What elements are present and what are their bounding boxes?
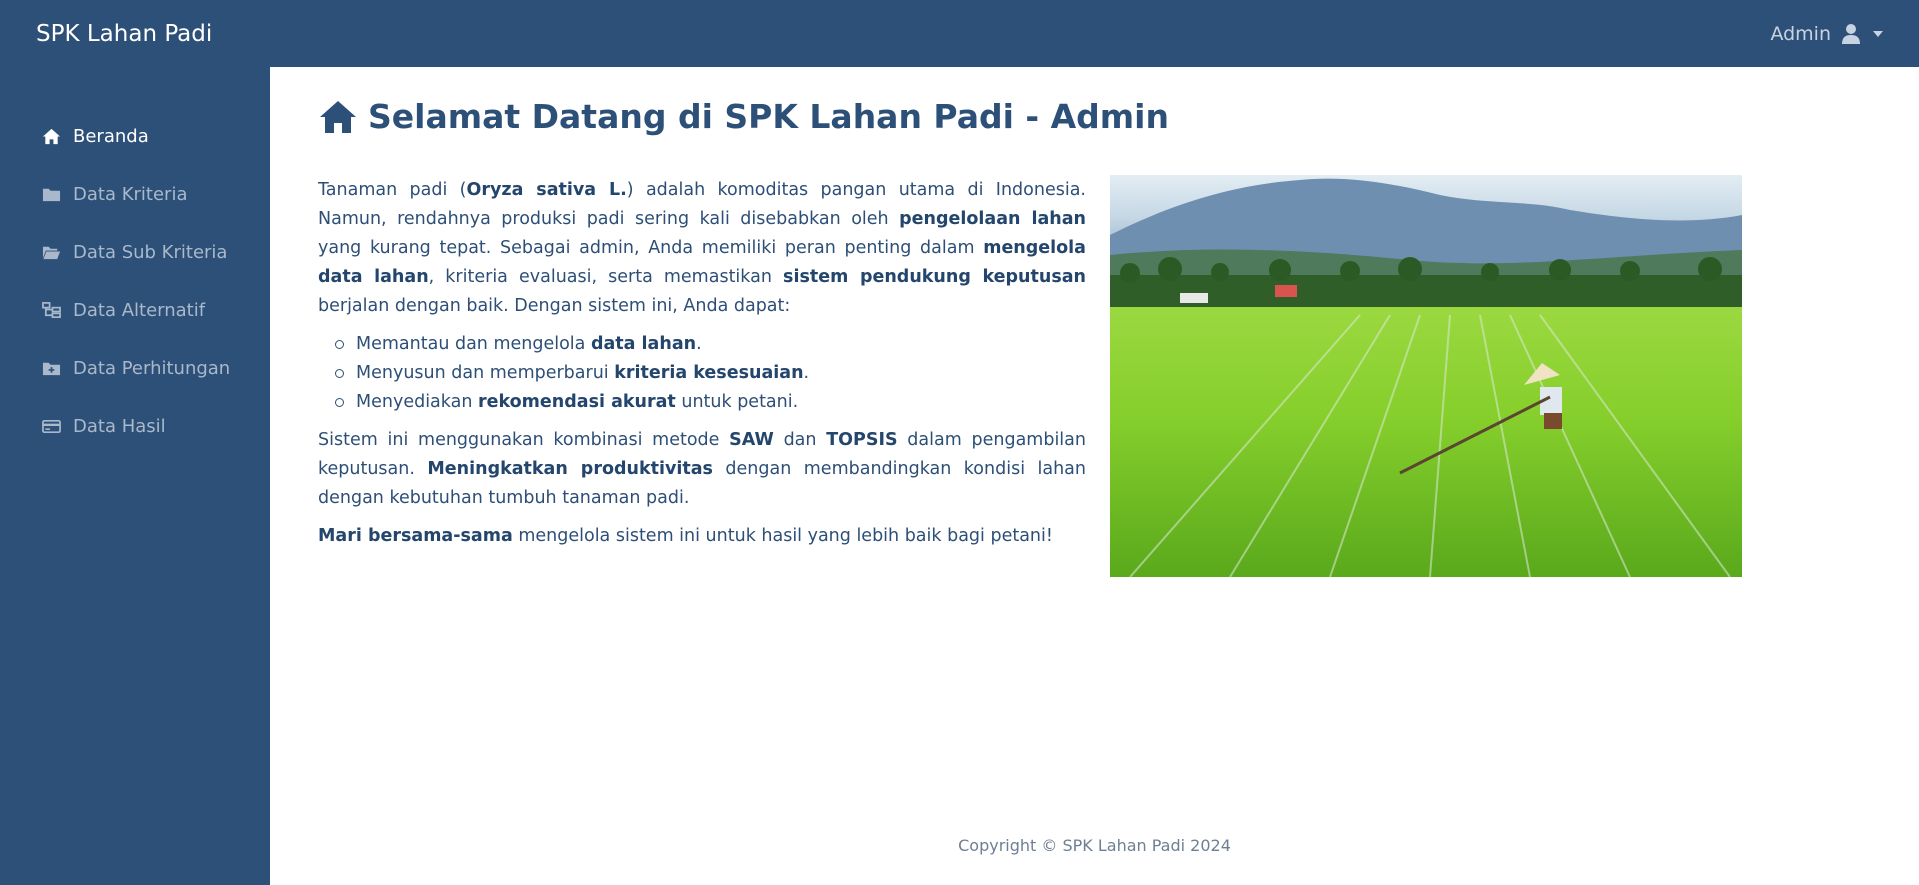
sidebar-item-label: Data Sub Kriteria [73,241,228,263]
sidebar: Beranda Data Kriteria Data Sub Kriteria … [0,67,270,885]
folder-plus-icon [42,359,61,378]
list-item: Menyusun dan memperbarui kriteria kesesu… [335,359,1086,388]
sidebar-item-beranda[interactable]: Beranda [0,107,270,165]
closing-paragraph: Mari bersama-sama mengelola sistem ini u… [318,526,1053,546]
feature-list: Memantau dan mengelola data lahan. Menyu… [335,330,1086,417]
folder-icon [42,185,61,204]
footer-copyright: Copyright © SPK Lahan Padi 2024 [958,836,1231,855]
rice-field-image [1110,175,1742,577]
list-item: Memantau dan mengelola data lahan. [335,330,1086,359]
folder-open-icon [42,243,61,262]
sidebar-item-label: Data Kriteria [73,183,188,205]
main-content: Selamat Datang di SPK Lahan Padi - Admin… [270,67,1919,885]
brand-title[interactable]: SPK Lahan Padi [36,21,212,47]
user-label: Admin [1770,22,1831,45]
user-dropdown[interactable]: Admin [1770,23,1883,45]
home-icon [320,100,356,133]
top-navbar: SPK Lahan Padi Admin [0,0,1919,67]
sidebar-item-data-alternatif[interactable]: Data Alternatif [0,281,270,339]
intro-content: Tanaman padi (Oryza sativa L.) adalah ko… [318,176,1086,560]
sitemap-icon [42,301,61,320]
sidebar-item-data-hasil[interactable]: Data Hasil [0,397,270,455]
list-item: Menyediakan rekomendasi akurat untuk pet… [335,388,1086,417]
sidebar-item-data-kriteria[interactable]: Data Kriteria [0,165,270,223]
sidebar-item-label: Data Perhitungan [73,357,231,379]
sidebar-item-label: Data Hasil [73,415,166,437]
sidebar-item-data-perhitungan[interactable]: Data Perhitungan [0,339,270,397]
sidebar-item-data-sub-kriteria[interactable]: Data Sub Kriteria [0,223,270,281]
sidebar-item-label: Beranda [73,125,149,147]
user-icon [1841,23,1861,45]
page-title-text: Selamat Datang di SPK Lahan Padi - Admin [368,97,1169,136]
intro-paragraph: Tanaman padi (Oryza sativa L.) adalah ko… [318,180,1087,316]
method-paragraph: Sistem ini menggunakan kombinasi metode … [318,430,1086,508]
home-icon [42,127,61,146]
page-title: Selamat Datang di SPK Lahan Padi - Admin [318,97,1169,136]
credit-card-icon [42,417,61,436]
sidebar-item-label: Data Alternatif [73,299,206,321]
chevron-down-icon [1873,30,1883,37]
